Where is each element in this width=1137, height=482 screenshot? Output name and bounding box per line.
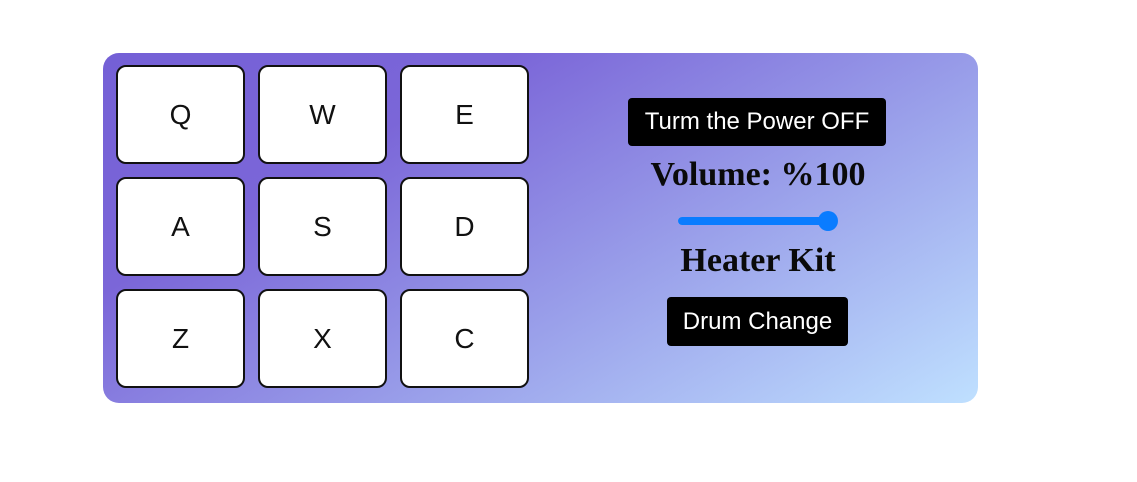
drum-change-button[interactable]: Drum Change (667, 297, 848, 346)
volume-label: Volume: %100 (650, 156, 866, 193)
drum-pad-d[interactable]: D (400, 177, 529, 276)
drum-machine: Q W E A S D Z X C Turm the Power OFF Vol… (103, 53, 978, 403)
drum-pad-a[interactable]: A (116, 177, 245, 276)
power-toggle-button[interactable]: Turm the Power OFF (628, 98, 886, 146)
drum-pad-w[interactable]: W (258, 65, 387, 164)
drum-pad-q[interactable]: Q (116, 65, 245, 164)
drum-pad-grid: Q W E A S D Z X C (116, 65, 529, 388)
drum-pad-z[interactable]: Z (116, 289, 245, 388)
volume-slider-fill (678, 217, 828, 225)
drum-pad-c[interactable]: C (400, 289, 529, 388)
kit-name-display: Heater Kit (680, 242, 836, 279)
drum-pad-e[interactable]: E (400, 65, 529, 164)
drum-pad-s[interactable]: S (258, 177, 387, 276)
drum-pad-x[interactable]: X (258, 289, 387, 388)
controls-panel: Turm the Power OFF Volume: %100 Heater K… (563, 53, 953, 403)
volume-slider-thumb[interactable] (818, 211, 838, 231)
volume-slider[interactable] (678, 211, 838, 231)
